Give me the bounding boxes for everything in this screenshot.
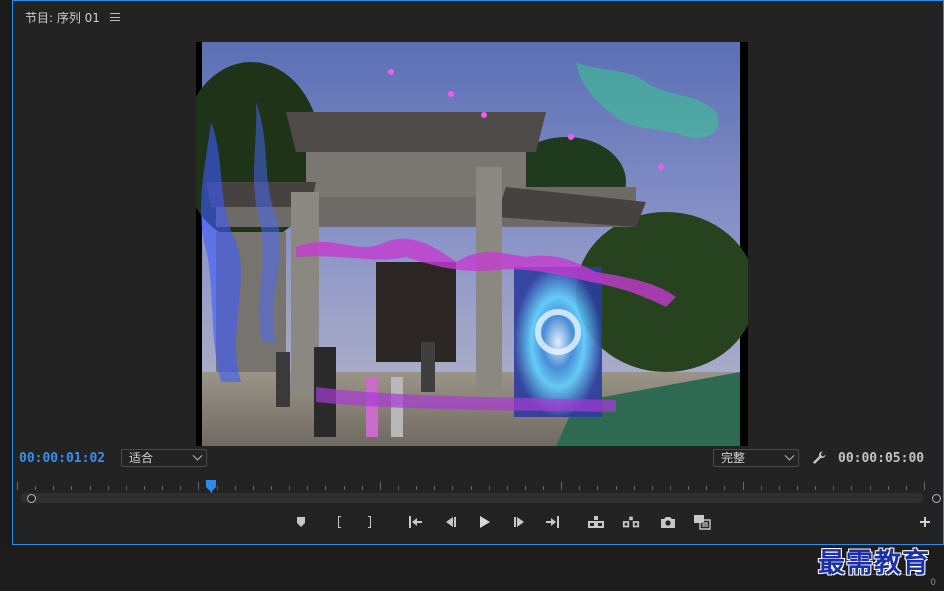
mark-in-icon bbox=[338, 516, 341, 528]
ruler-tick bbox=[870, 486, 871, 490]
wrench-icon[interactable] bbox=[811, 450, 827, 466]
ruler-tick bbox=[616, 486, 617, 490]
ruler-tick bbox=[126, 486, 127, 490]
go-to-out-button[interactable] bbox=[544, 513, 562, 531]
ruler-tick bbox=[90, 486, 91, 490]
ruler-tick bbox=[71, 486, 72, 490]
ruler-tick bbox=[779, 486, 780, 490]
left-panel-edge bbox=[0, 0, 12, 545]
ruler-tick bbox=[235, 486, 236, 490]
ruler-tick bbox=[398, 486, 399, 490]
playback-resolution-select[interactable]: 完整 bbox=[713, 449, 799, 467]
export-frame-button[interactable] bbox=[659, 513, 677, 531]
current-timecode[interactable]: 00:00:01:02 bbox=[19, 451, 105, 466]
mark-out-button[interactable] bbox=[361, 513, 379, 531]
ruler-tick bbox=[307, 486, 308, 490]
lift-icon bbox=[588, 516, 604, 528]
ruler-tick bbox=[489, 486, 490, 490]
ruler-tick bbox=[471, 486, 472, 490]
comparison-view-button[interactable] bbox=[693, 513, 711, 531]
play-icon bbox=[480, 516, 490, 528]
zoom-scroll-bar[interactable] bbox=[20, 493, 924, 503]
ruler-tick bbox=[53, 486, 54, 490]
button-editor-button[interactable] bbox=[916, 513, 934, 531]
ruler-tick bbox=[724, 486, 725, 490]
play-button[interactable] bbox=[475, 513, 493, 531]
duration-timecode: 00:00:05:00 bbox=[838, 451, 925, 466]
scroll-bar-left-handle[interactable] bbox=[27, 494, 36, 503]
ruler-tick bbox=[924, 482, 925, 490]
ruler-tick bbox=[452, 486, 453, 490]
ruler-tick bbox=[688, 486, 689, 490]
add-marker-button[interactable] bbox=[292, 513, 310, 531]
ruler-tick bbox=[325, 486, 326, 490]
go-to-out-icon bbox=[546, 516, 559, 528]
playback-resolution-value: 完整 bbox=[721, 451, 746, 465]
ruler-tick bbox=[35, 486, 36, 490]
ruler-tick bbox=[833, 486, 834, 490]
panel-title[interactable]: 节目: 序列 01 bbox=[25, 9, 100, 26]
ruler-tick bbox=[289, 486, 290, 490]
mark-in-button[interactable] bbox=[330, 513, 348, 531]
ruler-tick bbox=[543, 486, 544, 490]
extract-button[interactable] bbox=[622, 513, 640, 531]
lift-button[interactable] bbox=[587, 513, 605, 531]
video-frame-image bbox=[196, 42, 748, 446]
ruler-tick bbox=[507, 486, 508, 490]
ruler-tick bbox=[434, 486, 435, 490]
ruler-tick bbox=[344, 486, 345, 490]
bottom-panel-area bbox=[0, 545, 944, 591]
ruler-tick bbox=[144, 486, 145, 490]
ruler-tick bbox=[198, 482, 199, 490]
go-to-in-button[interactable] bbox=[406, 513, 424, 531]
plus-icon bbox=[920, 517, 930, 527]
extract-icon bbox=[622, 516, 640, 528]
ruler-tick bbox=[634, 486, 635, 490]
meter-zero-label: 0 bbox=[930, 578, 936, 588]
marker-icon bbox=[297, 517, 305, 527]
ruler-tick bbox=[380, 482, 381, 490]
chevron-down-icon bbox=[784, 450, 795, 461]
step-back-icon bbox=[446, 517, 456, 527]
ruler-tick bbox=[271, 486, 272, 490]
ruler-tick bbox=[180, 486, 181, 490]
ruler-tick bbox=[416, 486, 417, 490]
ruler-tick bbox=[525, 486, 526, 490]
zoom-level-select[interactable]: 适合 bbox=[121, 449, 207, 467]
ruler-tick bbox=[652, 486, 653, 490]
ruler-tick bbox=[761, 486, 762, 490]
go-to-in-icon bbox=[409, 516, 422, 528]
ruler-tick bbox=[706, 486, 707, 490]
scroll-bar-right-handle[interactable] bbox=[932, 494, 941, 503]
ruler-tick bbox=[851, 486, 852, 490]
ruler-tick bbox=[906, 486, 907, 490]
ruler-tick bbox=[797, 486, 798, 490]
ruler-tick bbox=[888, 486, 889, 490]
camera-icon bbox=[661, 517, 675, 528]
ruler-tick bbox=[743, 482, 744, 490]
ruler-tick bbox=[362, 486, 363, 490]
playhead-handle[interactable] bbox=[205, 478, 219, 493]
ruler-tick bbox=[162, 486, 163, 490]
ruler-tick bbox=[670, 486, 671, 490]
chevron-down-icon bbox=[192, 450, 203, 461]
ruler-tick bbox=[561, 482, 562, 490]
ruler-tick bbox=[815, 486, 816, 490]
video-preview bbox=[196, 42, 748, 446]
ruler-tick bbox=[108, 486, 109, 490]
time-ruler[interactable] bbox=[17, 478, 925, 492]
ruler-tick bbox=[253, 486, 254, 490]
watermark-logo: 最需教育 bbox=[818, 548, 930, 579]
panel-header: 节目: 序列 01 bbox=[25, 7, 120, 27]
comparison-icon bbox=[694, 515, 711, 530]
ruler-tick bbox=[579, 486, 580, 490]
step-back-button[interactable] bbox=[441, 513, 459, 531]
zoom-level-value: 适合 bbox=[129, 451, 154, 465]
step-forward-icon bbox=[514, 517, 524, 527]
mark-out-icon bbox=[368, 516, 371, 528]
ruler-tick bbox=[17, 482, 18, 490]
step-forward-button[interactable] bbox=[511, 513, 529, 531]
hamburger-menu-icon[interactable] bbox=[109, 13, 120, 21]
ruler-tick bbox=[597, 486, 598, 490]
